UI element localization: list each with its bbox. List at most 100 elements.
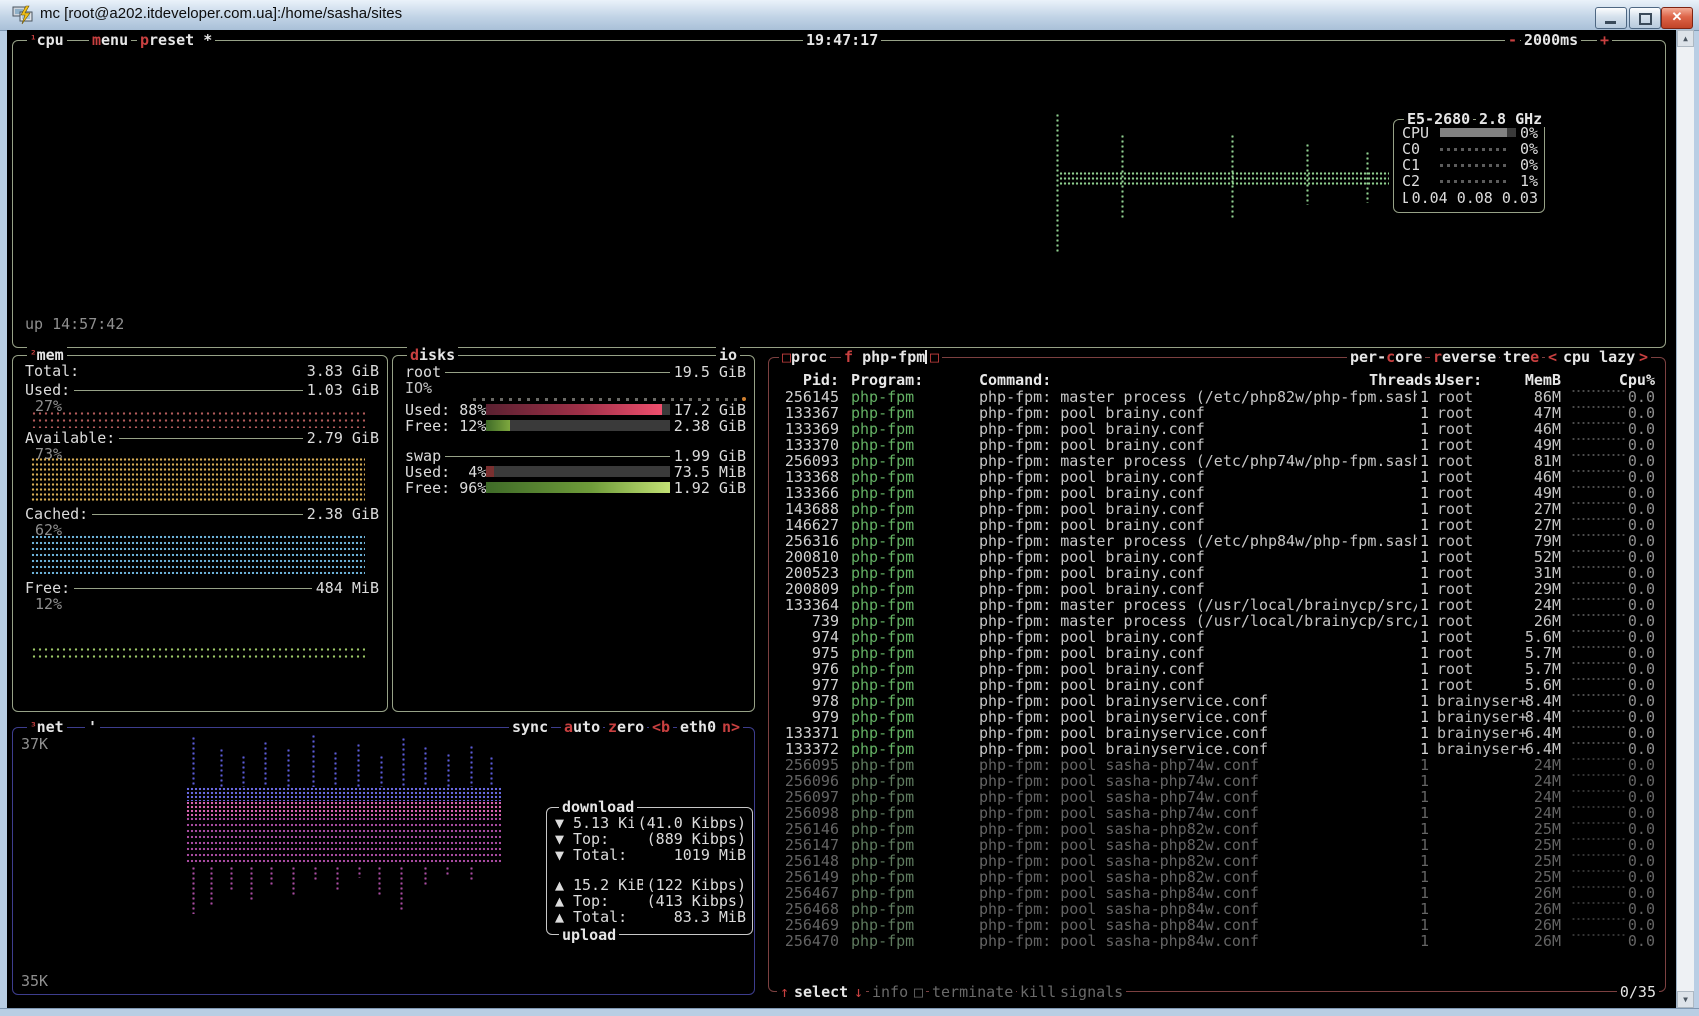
process-row[interactable]: 975php-fpmphp-fpm: pool brainy.conf1root…	[769, 645, 1665, 661]
mem-used-graph	[31, 410, 365, 428]
col-cpu[interactable]: Cpu%	[1597, 372, 1655, 388]
mem-cached-value: 2.38 GiB	[303, 506, 379, 522]
process-row[interactable]: 200523php-fpmphp-fpm: pool brainy.conf1r…	[769, 565, 1665, 581]
filter-field[interactable]: f php-fpm	[841, 349, 937, 365]
sort-selector[interactable]: cpu lazy	[1560, 349, 1638, 365]
uptime: up 14:57:42	[25, 316, 124, 332]
info-button[interactable]: info	[869, 984, 911, 1000]
iface-next-button[interactable]: n>	[719, 719, 743, 735]
scroll-down-button[interactable]: ▼	[1677, 991, 1694, 1008]
tab-cpu[interactable]: ¹cpu	[27, 32, 67, 48]
menu-button[interactable]: menu	[89, 32, 131, 48]
signals-button[interactable]: signals	[1057, 984, 1126, 1000]
auto-button[interactable]: auto	[561, 719, 603, 735]
filter-clear-button[interactable]: □	[927, 349, 942, 365]
process-row[interactable]: 200810php-fpmphp-fpm: pool brainy.conf1r…	[769, 549, 1665, 565]
terminate-button[interactable]: terminate	[929, 984, 1016, 1000]
iface-name: eth0	[677, 719, 719, 735]
process-row[interactable]: 256316php-fpmphp-fpm: master process (/e…	[769, 533, 1665, 549]
maximize-button[interactable]	[1629, 7, 1661, 29]
interval-minus-button[interactable]: -	[1505, 32, 1520, 48]
process-row[interactable]: 974php-fpmphp-fpm: pool brainy.conf1root…	[769, 629, 1665, 645]
zero-button[interactable]: zero	[605, 719, 647, 735]
col-program[interactable]: Program:	[851, 372, 923, 388]
window-titlebar[interactable]: mc [root@a202.itdeveloper.com.ua]:/home/…	[0, 0, 1699, 31]
select-up-arrow[interactable]: ↑	[777, 984, 792, 1000]
process-row[interactable]: 977php-fpmphp-fpm: pool brainy.conf1root…	[769, 677, 1665, 693]
process-row[interactable]: 133369php-fpmphp-fpm: pool brainy.conf1r…	[769, 421, 1665, 437]
disk-swap-used: Used: 4%	[405, 464, 490, 480]
io-mode-button[interactable]: io	[716, 347, 740, 363]
core2-label: C2	[1402, 173, 1424, 189]
process-row[interactable]: 256470php-fpmphp-fpm: pool sasha-php84w.…	[769, 933, 1665, 949]
process-row[interactable]: 146627php-fpmphp-fpm: pool brainy.conf1r…	[769, 517, 1665, 533]
preset-button[interactable]: preset *	[137, 32, 215, 48]
process-row[interactable]: 256469php-fpmphp-fpm: pool sasha-php84w.…	[769, 917, 1665, 933]
net-graph-toggle-button[interactable]: '	[85, 719, 100, 735]
process-row[interactable]: 133367php-fpmphp-fpm: pool brainy.conf1r…	[769, 405, 1665, 421]
iface-prev-button[interactable]: <b	[649, 719, 673, 735]
core0-value: 0%	[1516, 141, 1538, 157]
net-scale-bottom: 35K	[21, 973, 48, 989]
disk-root-name: root	[405, 364, 445, 380]
select-down-arrow[interactable]: ↓	[851, 984, 866, 1000]
process-row[interactable]: 256097php-fpmphp-fpm: pool sasha-php74w.…	[769, 789, 1665, 805]
process-row[interactable]: 200809php-fpmphp-fpm: pool brainy.conf1r…	[769, 581, 1665, 597]
disks-panel: disks io root19.5 GiB IO% Used: 88% 17.2…	[392, 355, 755, 712]
download-total-value: 1019 MiB	[670, 847, 746, 863]
process-row[interactable]: 133372php-fpmphp-fpm: pool brainyservice…	[769, 741, 1665, 757]
process-row[interactable]: 256095php-fpmphp-fpm: pool sasha-php74w.…	[769, 757, 1665, 773]
upload-speed-bits: (122 Kibps)	[643, 877, 746, 893]
mem-cached-label: Cached:	[25, 506, 92, 522]
col-user[interactable]: User:	[1437, 372, 1482, 388]
process-row[interactable]: 256467php-fpmphp-fpm: pool sasha-php84w.…	[769, 885, 1665, 901]
close-button[interactable]: ✕	[1661, 7, 1693, 29]
core1-label: C1	[1402, 157, 1424, 173]
sync-button[interactable]: sync	[509, 719, 551, 735]
mem-available-graph	[31, 457, 365, 503]
process-row[interactable]: 979php-fpmphp-fpm: pool brainyservice.co…	[769, 709, 1665, 725]
sort-next-button[interactable]: >	[1636, 349, 1651, 365]
col-pid[interactable]: Pid:	[777, 372, 839, 388]
process-row[interactable]: 133368php-fpmphp-fpm: pool brainy.conf1r…	[769, 469, 1665, 485]
tab-mem[interactable]: ²mem	[27, 347, 67, 363]
reverse-button[interactable]: reverse	[1430, 349, 1499, 365]
process-row[interactable]: 739php-fpmphp-fpm: master process (/usr/…	[769, 613, 1665, 629]
process-row[interactable]: 256093php-fpmphp-fpm: master process (/e…	[769, 453, 1665, 469]
process-row[interactable]: 256148php-fpmphp-fpm: pool sasha-php82w.…	[769, 853, 1665, 869]
process-row[interactable]: 256468php-fpmphp-fpm: pool sasha-php84w.…	[769, 901, 1665, 917]
kill-button[interactable]: kill	[1017, 984, 1059, 1000]
process-row[interactable]: 133366php-fpmphp-fpm: pool brainy.conf1r…	[769, 485, 1665, 501]
scrollbar[interactable]: ▲ ▼	[1676, 30, 1694, 1008]
process-row[interactable]: 256146php-fpmphp-fpm: pool sasha-php82w.…	[769, 821, 1665, 837]
process-row[interactable]: 133371php-fpmphp-fpm: pool brainyservice…	[769, 725, 1665, 741]
scroll-up-button[interactable]: ▲	[1677, 30, 1694, 47]
process-row[interactable]: 256147php-fpmphp-fpm: pool sasha-php82w.…	[769, 837, 1665, 853]
interval-plus-button[interactable]: +	[1597, 32, 1612, 48]
sort-prev-button[interactable]: <	[1545, 349, 1560, 365]
process-row[interactable]: 133364php-fpmphp-fpm: master process (/u…	[769, 597, 1665, 613]
process-row[interactable]: 978php-fpmphp-fpm: pool brainyservice.co…	[769, 693, 1665, 709]
process-row[interactable]: 256149php-fpmphp-fpm: pool sasha-php82w.…	[769, 869, 1665, 885]
mem-available-label: Available:	[25, 430, 119, 446]
process-row[interactable]: 256096php-fpmphp-fpm: pool sasha-php74w.…	[769, 773, 1665, 789]
per-core-button[interactable]: per-core	[1347, 349, 1425, 365]
tab-proc[interactable]: □proc	[779, 349, 830, 365]
disk-root-free: Free: 12%	[405, 418, 490, 434]
minimize-button[interactable]	[1595, 7, 1627, 29]
tree-button[interactable]: tree	[1500, 349, 1542, 365]
process-row[interactable]: 143688php-fpmphp-fpm: pool brainy.conf1r…	[769, 501, 1665, 517]
proc-panel: □proc f php-fpm □ per-core reverse tree …	[768, 357, 1666, 992]
process-row[interactable]: 133370php-fpmphp-fpm: pool brainy.conf1r…	[769, 437, 1665, 453]
select-label: select	[791, 984, 851, 1000]
col-mem[interactable]: MemB	[1489, 372, 1561, 388]
tab-net[interactable]: ³net	[27, 719, 67, 735]
disk-root-used: Used: 88%	[405, 402, 490, 418]
process-row[interactable]: 976php-fpmphp-fpm: pool brainy.conf1root…	[769, 661, 1665, 677]
col-threads[interactable]: Threads:	[1369, 372, 1429, 388]
col-command[interactable]: Command:	[979, 372, 1417, 388]
disk-swap-free-bar	[486, 482, 686, 493]
mem-panel: ²mem Total:3.83 GiB Used:1.03 GiB 27% Av…	[12, 355, 388, 712]
process-row[interactable]: 256098php-fpmphp-fpm: pool sasha-php74w.…	[769, 805, 1665, 821]
process-row[interactable]: 256145php-fpmphp-fpm: master process (/e…	[769, 389, 1665, 405]
